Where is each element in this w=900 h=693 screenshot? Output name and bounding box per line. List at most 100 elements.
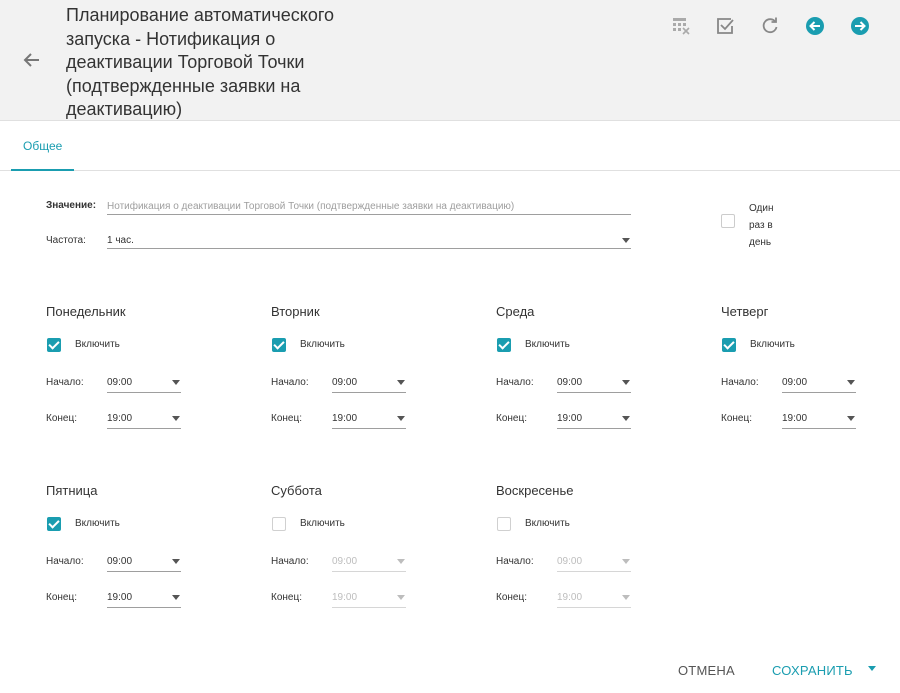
end-time-select[interactable]: 19:00 [557, 413, 631, 429]
enable-label: Включить [750, 339, 795, 350]
save-options-chevron-icon[interactable] [868, 666, 876, 671]
frequency-value: 1 час. [107, 235, 134, 246]
end-time-value: 19:00 [107, 592, 133, 603]
start-time-select[interactable]: 09:00 [782, 377, 856, 393]
end-time-value: 19:00 [557, 413, 583, 424]
end-time-select[interactable]: 19:00 [557, 592, 631, 608]
day-block: Вторник Включить Начало: 09:00 Конец: 19:00 [271, 304, 471, 444]
enable-checkbox[interactable] [722, 338, 736, 352]
back-button[interactable] [20, 48, 44, 72]
day-block: Воскресенье Включить Начало: 09:00 Конец: 19:… [496, 483, 696, 623]
end-time-select[interactable]: 19:00 [107, 592, 181, 608]
day-title: Суббота [271, 483, 322, 498]
end-label: Конец: [271, 413, 302, 424]
end-label: Конец: [496, 413, 527, 424]
day-block: Пятница Включить Начало: 09:00 Конец: 19:00 [46, 483, 246, 623]
chevron-down-icon [397, 559, 405, 564]
chevron-down-icon [172, 595, 180, 600]
chevron-down-icon [622, 380, 630, 385]
refresh-button[interactable] [758, 14, 782, 38]
value-label: Значение: [46, 200, 97, 211]
chevron-down-icon [172, 380, 180, 385]
enable-checkbox[interactable] [497, 338, 511, 352]
start-label: Начало: [271, 556, 309, 567]
enable-label: Включить [75, 518, 120, 529]
chevron-down-icon [622, 559, 630, 564]
tab-general[interactable]: Общее [11, 121, 75, 171]
header: Планирование автоматического запуска - Н… [0, 0, 900, 121]
enable-checkbox[interactable] [272, 338, 286, 352]
chevron-down-icon [172, 416, 180, 421]
enable-checkbox[interactable] [47, 517, 61, 531]
enable-label: Включить [300, 339, 345, 350]
check-button[interactable] [713, 14, 737, 38]
frequency-select[interactable]: 1 час. [107, 235, 631, 249]
start-time-select[interactable]: 09:00 [557, 556, 631, 572]
chevron-down-icon [622, 595, 630, 600]
start-time-value: 09:00 [107, 377, 133, 388]
start-label: Начало: [46, 556, 84, 567]
once-a-day-checkbox[interactable] [721, 214, 735, 228]
once-a-day-label: Один раз в день [749, 203, 774, 248]
end-time-select[interactable]: 19:00 [332, 413, 406, 429]
day-title: Понедельник [46, 304, 126, 319]
start-label: Начало: [46, 377, 84, 388]
table-clear-icon [673, 18, 690, 35]
tab-bar: Общее [0, 121, 900, 171]
day-title: Пятница [46, 483, 98, 498]
day-title: Воскресенье [496, 483, 574, 498]
start-time-select[interactable]: 09:00 [557, 377, 631, 393]
enable-label: Включить [300, 518, 345, 529]
end-time-value: 19:00 [107, 413, 133, 424]
arrow-left-circle-icon [806, 17, 824, 35]
clear-table-button[interactable] [669, 14, 693, 38]
enable-label: Включить [75, 339, 120, 350]
arrow-right-circle-icon [851, 17, 869, 35]
end-time-select[interactable]: 19:00 [782, 413, 856, 429]
frequency-label: Частота: [46, 235, 86, 246]
start-time-select[interactable]: 09:00 [332, 556, 406, 572]
enable-checkbox[interactable] [497, 517, 511, 531]
enable-label: Включить [525, 518, 570, 529]
end-time-value: 19:00 [557, 592, 583, 603]
chevron-down-icon [397, 380, 405, 385]
save-button[interactable]: СОХРАНИТЬ [772, 663, 853, 678]
end-label: Конец: [46, 592, 77, 603]
day-title: Вторник [271, 304, 320, 319]
end-time-value: 19:00 [332, 592, 358, 603]
day-block: Четверг Включить Начало: 09:00 Конец: 19:00 [721, 304, 900, 444]
start-time-select[interactable]: 09:00 [107, 377, 181, 393]
start-time-value: 09:00 [782, 377, 808, 388]
cancel-button[interactable]: ОТМЕНА [678, 663, 735, 678]
start-time-value: 09:00 [557, 377, 583, 388]
enable-checkbox[interactable] [47, 338, 61, 352]
next-record-button[interactable] [848, 14, 872, 38]
chevron-down-icon [397, 416, 405, 421]
end-time-value: 19:00 [782, 413, 808, 424]
start-label: Начало: [496, 556, 534, 567]
start-time-value: 09:00 [557, 556, 583, 567]
start-time-select[interactable]: 09:00 [332, 377, 406, 393]
enable-checkbox[interactable] [272, 517, 286, 531]
check-box-icon [717, 18, 734, 34]
start-label: Начало: [271, 377, 309, 388]
value-field[interactable]: Нотификация о деактивации Торговой Точки… [107, 201, 631, 215]
back-arrow-icon [23, 53, 39, 67]
enable-label: Включить [525, 339, 570, 350]
refresh-icon [762, 17, 778, 34]
end-time-select[interactable]: 19:00 [107, 413, 181, 429]
end-label: Конец: [271, 592, 302, 603]
end-time-value: 19:00 [332, 413, 358, 424]
day-block: Суббота Включить Начало: 09:00 Конец: 19:00 [271, 483, 471, 623]
previous-record-button[interactable] [803, 14, 827, 38]
end-time-select[interactable]: 19:00 [332, 592, 406, 608]
start-label: Начало: [496, 377, 534, 388]
chevron-down-icon [172, 559, 180, 564]
chevron-down-icon [622, 416, 630, 421]
end-label: Конец: [721, 413, 752, 424]
start-label: Начало: [721, 377, 759, 388]
chevron-down-icon [397, 595, 405, 600]
day-title: Четверг [721, 304, 769, 319]
day-block: Среда Включить Начало: 09:00 Конец: 19:00 [496, 304, 696, 444]
start-time-select[interactable]: 09:00 [107, 556, 181, 572]
